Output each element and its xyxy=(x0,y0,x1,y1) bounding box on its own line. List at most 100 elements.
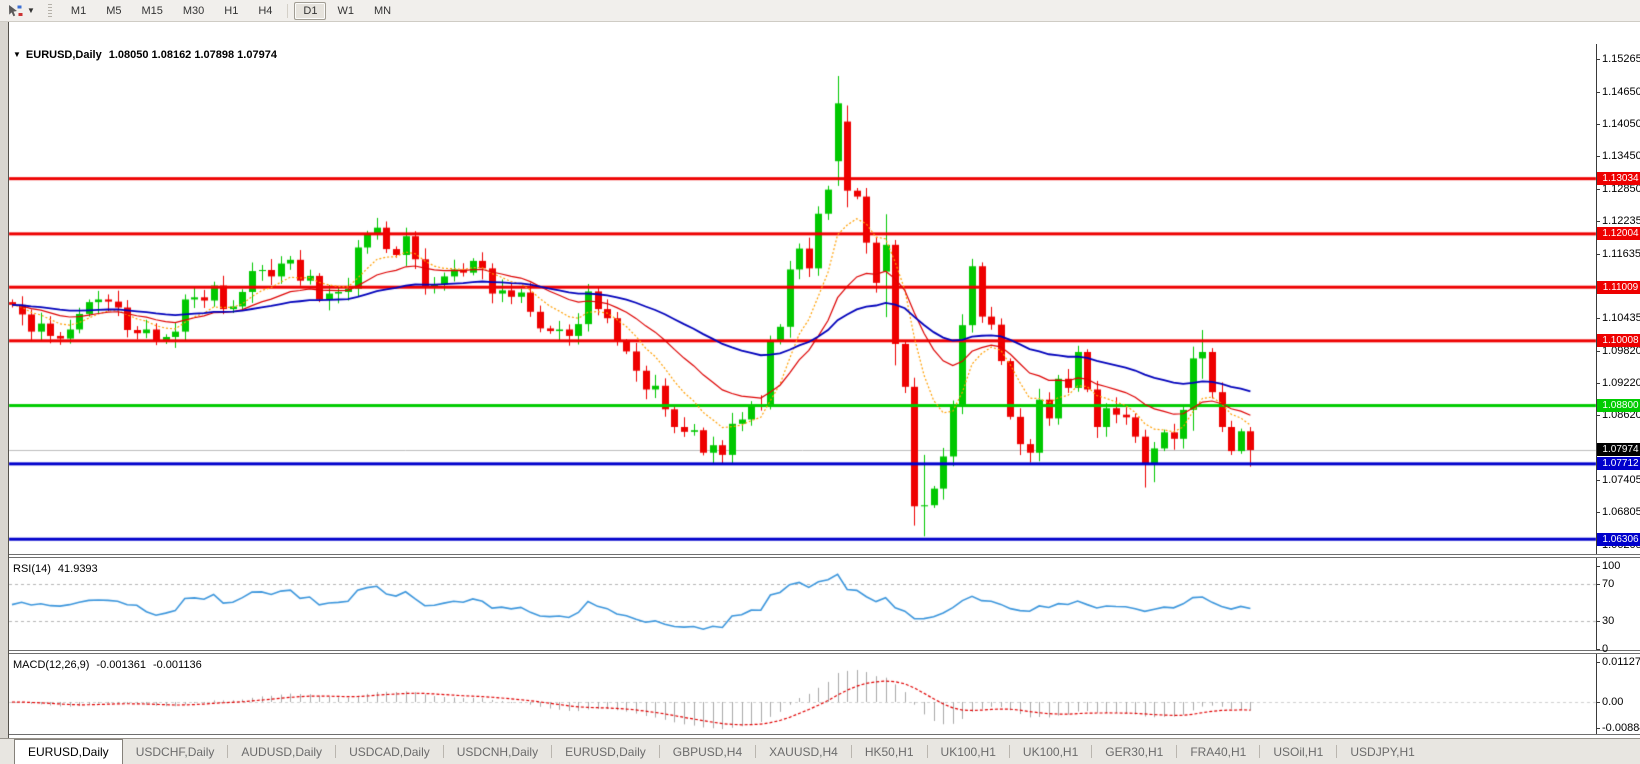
chevron-down-icon[interactable]: ▼ xyxy=(27,7,35,15)
rsi-tick-mark xyxy=(1596,649,1600,650)
price-axis-border xyxy=(1596,558,1597,650)
macd-tick-label: 0.011277 xyxy=(1602,656,1640,668)
chart-tab-7-xauusd-h4[interactable]: XAUUSD,H4 xyxy=(756,739,851,764)
timeframe-button-h1[interactable]: H1 xyxy=(215,2,247,20)
price-line-label: 1.12004 xyxy=(1597,227,1640,240)
chart-tools-icon[interactable] xyxy=(4,3,26,19)
timeframe-button-m15[interactable]: M15 xyxy=(132,2,171,20)
chart-tab-3-usdcad-daily[interactable]: USDCAD,Daily xyxy=(336,739,443,764)
chart-window: ▼ EURUSD,Daily 1.08050 1.08162 1.07898 1.0… xyxy=(0,21,1640,764)
price-line-label: 1.06306 xyxy=(1597,533,1640,546)
pane-separator[interactable] xyxy=(0,554,1640,558)
price-tick-label: 1.11635 xyxy=(1602,248,1640,260)
price-tick-label: 1.14650 xyxy=(1602,86,1640,98)
macd-label: MACD(12,26,9) xyxy=(13,659,89,671)
price-tick-label: 1.07405 xyxy=(1602,474,1640,486)
timeframe-button-m1[interactable]: M1 xyxy=(62,2,95,20)
toolbar-grip[interactable] xyxy=(48,4,52,18)
timeframe-button-mn[interactable]: MN xyxy=(365,2,400,20)
price-tick-mark xyxy=(1596,415,1600,416)
price-tick-label: 1.10435 xyxy=(1602,312,1640,324)
price-tick-mark xyxy=(1596,124,1600,125)
price-line-label: 1.13034 xyxy=(1597,172,1640,185)
rsi-canvas[interactable] xyxy=(0,558,1640,650)
price-tick-mark xyxy=(1596,351,1600,352)
price-tick-mark xyxy=(1596,318,1600,319)
rsi-tick-label: 100 xyxy=(1602,560,1620,572)
rsi-tick-label: 70 xyxy=(1602,578,1614,590)
timeframe-button-w1[interactable]: W1 xyxy=(328,2,363,20)
rsi-tick-mark xyxy=(1596,621,1600,622)
price-line-label: 1.07712 xyxy=(1597,457,1640,470)
timeframe-button-h4[interactable]: H4 xyxy=(249,2,281,20)
price-chart-pane: ▼ EURUSD,Daily 1.08050 1.08162 1.07898 1.0… xyxy=(0,44,1640,554)
chart-tabs: EURUSD,DailyUSDCHF,DailyAUDUSD,DailyUSDC… xyxy=(0,738,1640,764)
price-tick-mark xyxy=(1596,92,1600,93)
chart-ohlc-values: 1.08050 1.08162 1.07898 1.07974 xyxy=(109,49,277,61)
chart-tab-2-audusd-daily[interactable]: AUDUSD,Daily xyxy=(228,739,335,764)
toolbar-separator xyxy=(287,4,288,18)
timeframe-button-m5[interactable]: M5 xyxy=(97,2,130,20)
macd-title: MACD(12,26,9) -0.001361 -0.001136 xyxy=(13,659,202,671)
chart-tab-8-hk50-h1[interactable]: HK50,H1 xyxy=(852,739,927,764)
window-edge xyxy=(0,22,9,764)
price-tick-mark xyxy=(1596,59,1600,60)
rsi-tick-mark xyxy=(1596,584,1600,585)
price-axis-border xyxy=(1596,654,1597,734)
macd-canvas[interactable] xyxy=(0,654,1640,734)
chart-tab-13-usoil-h1[interactable]: USOil,H1 xyxy=(1260,739,1336,764)
timeframe-button-m30[interactable]: M30 xyxy=(174,2,213,20)
chart-title: ▼ EURUSD,Daily 1.08050 1.08162 1.07898 1.0… xyxy=(13,49,277,61)
chart-tab-12-fra40-h1[interactable]: FRA40,H1 xyxy=(1177,739,1259,764)
macd-signal-value: -0.001136 xyxy=(153,659,202,671)
symbol-dropdown-icon[interactable]: ▼ xyxy=(13,50,21,59)
chart-tab-11-ger30-h1[interactable]: GER30,H1 xyxy=(1092,739,1176,764)
chart-tab-5-eurusd-daily[interactable]: EURUSD,Daily xyxy=(552,739,659,764)
macd-tick-mark xyxy=(1596,662,1600,663)
price-tick-label: 1.14050 xyxy=(1602,118,1640,130)
price-tick-mark xyxy=(1596,156,1600,157)
macd-tick-mark xyxy=(1596,728,1600,729)
chart-tab-9-uk100-h1[interactable]: UK100,H1 xyxy=(928,739,1009,764)
price-tick-mark xyxy=(1596,512,1600,513)
rsi-pane: RSI(14) 41.9393 xyxy=(0,558,1640,650)
chart-tab-1-usdchf-daily[interactable]: USDCHF,Daily xyxy=(123,739,228,764)
timeframe-button-d1[interactable]: D1 xyxy=(294,2,326,20)
chart-symbol-label: EURUSD,Daily xyxy=(26,49,102,61)
rsi-value: 41.9393 xyxy=(58,563,98,575)
price-tick-mark xyxy=(1596,480,1600,481)
rsi-tick-label: 30 xyxy=(1602,615,1614,627)
rsi-tick-label: 0 xyxy=(1602,643,1608,655)
price-tick-mark xyxy=(1596,383,1600,384)
timeframe-buttons: M1M5M15M30H1H4 D1W1MN xyxy=(61,2,401,20)
chart-tab-4-usdcnh-daily[interactable]: USDCNH,Daily xyxy=(444,739,551,764)
price-tick-label: 1.12235 xyxy=(1602,215,1640,227)
price-tick-label: 1.13450 xyxy=(1602,150,1640,162)
price-axis-border xyxy=(1596,44,1597,554)
chart-tab-6-gbpusd-h4[interactable]: GBPUSD,H4 xyxy=(660,739,755,764)
price-line-label: 1.11009 xyxy=(1597,281,1640,294)
chart-tab-14-usdjpy-h1[interactable]: USDJPY,H1 xyxy=(1337,739,1427,764)
price-tick-mark xyxy=(1596,254,1600,255)
rsi-label: RSI(14) xyxy=(13,563,51,575)
price-tick-mark xyxy=(1596,189,1600,190)
macd-tick-label: -0.008845 xyxy=(1602,722,1640,734)
price-tick-label: 1.15265 xyxy=(1602,53,1640,65)
macd-main-value: -0.001361 xyxy=(96,659,146,671)
macd-tick-mark xyxy=(1596,702,1600,703)
pane-separator[interactable] xyxy=(0,650,1640,654)
price-tick-mark xyxy=(1596,221,1600,222)
chart-tab-10-uk100-h1[interactable]: UK100,H1 xyxy=(1010,739,1091,764)
macd-tick-label: 0.00 xyxy=(1602,696,1623,708)
rsi-tick-mark xyxy=(1596,566,1600,567)
price-tick-label: 1.06805 xyxy=(1602,506,1640,518)
price-chart-canvas[interactable] xyxy=(0,44,1640,554)
price-line-label: 1.08800 xyxy=(1597,399,1640,412)
toolbar: ▼ M1M5M15M30H1H4 D1W1MN xyxy=(0,0,1640,22)
rsi-title: RSI(14) 41.9393 xyxy=(13,563,98,575)
chart-tab-0-eurusd-daily[interactable]: EURUSD,Daily xyxy=(14,739,123,764)
current-price-label: 1.07974 xyxy=(1597,443,1640,456)
divider xyxy=(0,734,1640,735)
macd-pane: MACD(12,26,9) -0.001361 -0.001136 xyxy=(0,654,1640,734)
price-tick-label: 1.09220 xyxy=(1602,377,1640,389)
